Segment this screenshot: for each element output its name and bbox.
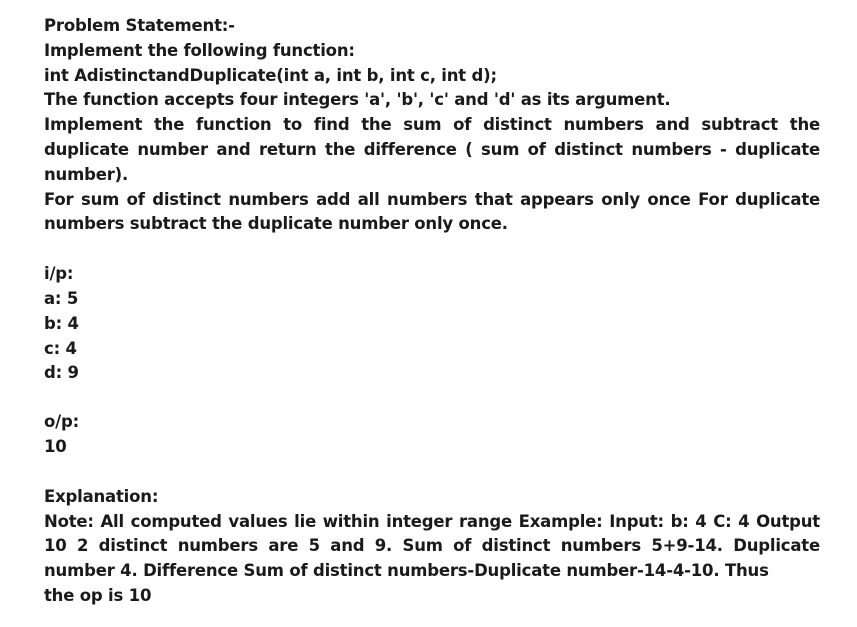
output-label: o/p:: [44, 412, 79, 432]
problem-task: Implement the function to find the sum o…: [44, 115, 820, 184]
problem-intro: Implement the following function:: [44, 40, 355, 60]
output-value: 10: [44, 436, 67, 456]
explanation-section: Explanation: Note: All computed values l…: [44, 485, 820, 609]
document: Problem Statement:- Implement the follow…: [44, 14, 820, 609]
function-arguments: The function accepts four integers 'a', …: [44, 90, 671, 110]
explanation-body: Note: All computed values lie within int…: [44, 511, 820, 581]
input-label: i/p:: [44, 264, 74, 284]
problem-rule: For sum of distinct numbers add all numb…: [44, 189, 820, 234]
input-c: c: 4: [44, 338, 77, 358]
function-signature: int AdistinctandDuplicate(int a, int b, …: [44, 65, 497, 85]
problem-heading: Problem Statement:-: [44, 16, 235, 35]
input-b: b: 4: [44, 313, 79, 333]
explanation-label: Explanation:: [44, 486, 159, 506]
explanation-last-line: the op is 10: [44, 585, 152, 605]
input-d: d: 9: [44, 363, 79, 383]
input-a: a: 5: [44, 288, 79, 308]
input-section: i/p: a: 5 b: 4 c: 4 d: 9: [44, 262, 820, 386]
output-section: o/p: 10: [44, 410, 820, 460]
